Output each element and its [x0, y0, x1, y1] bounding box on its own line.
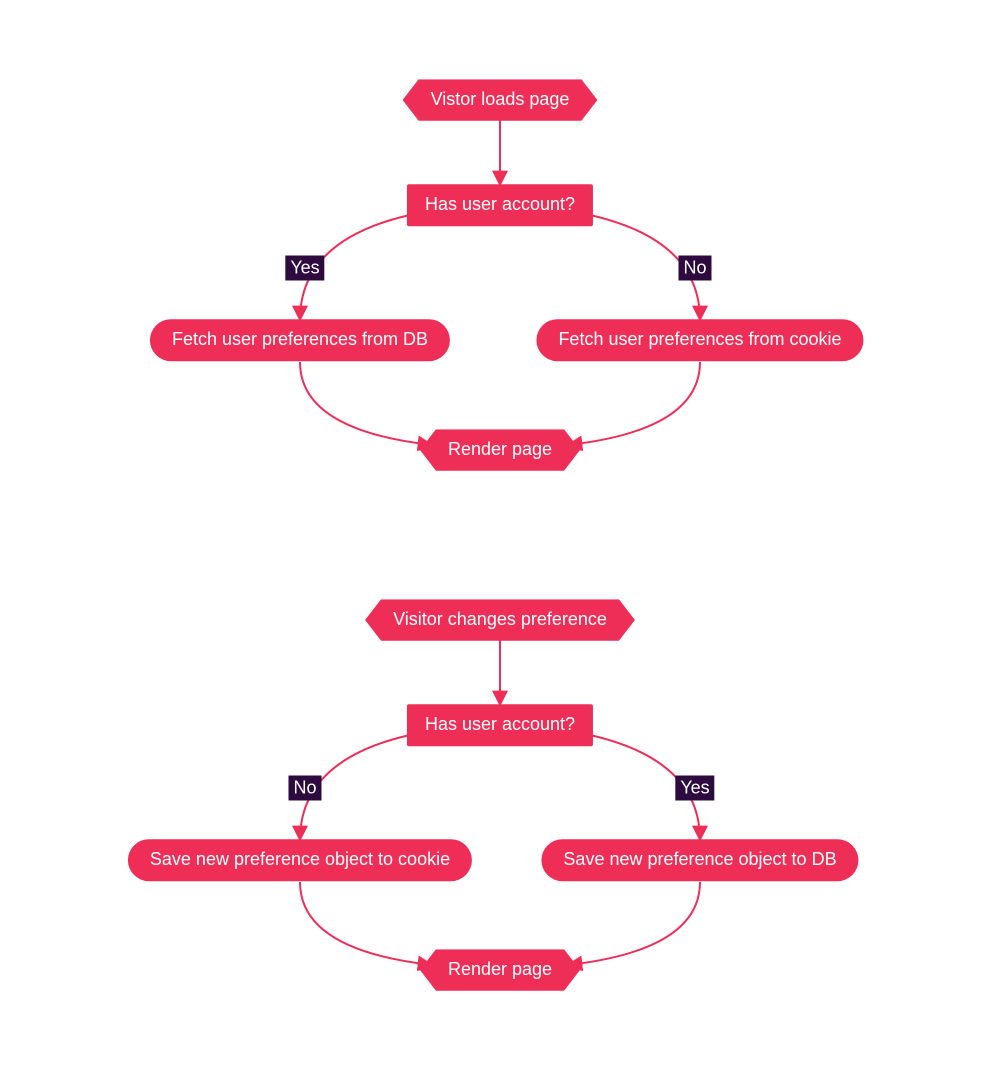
fc1-edge-yes: Yes: [285, 256, 324, 281]
fc1-start: Vistor loads page: [403, 79, 598, 121]
fc2-end: Render page: [420, 949, 580, 991]
fc1-end: Render page: [420, 429, 580, 471]
fc1-branch-left: Fetch user preferences from DB: [150, 319, 450, 361]
fc2-start: Visitor changes preference: [365, 599, 635, 641]
connectors-svg: [0, 0, 1000, 1087]
fc2-edge-left: No: [288, 776, 321, 801]
fc1-decision: Has user account?: [407, 184, 593, 226]
fc1-edge-no: No: [678, 256, 711, 281]
fc2-decision: Has user account?: [407, 704, 593, 746]
fc2-branch-left: Save new preference object to cookie: [128, 839, 472, 881]
fc1-branch-right: Fetch user preferences from cookie: [536, 319, 863, 361]
fc2-edge-right: Yes: [675, 776, 714, 801]
diagram-stage: Vistor loads page Has user account? Fetc…: [0, 0, 1000, 1087]
fc2-branch-right: Save new preference object to DB: [541, 839, 858, 881]
